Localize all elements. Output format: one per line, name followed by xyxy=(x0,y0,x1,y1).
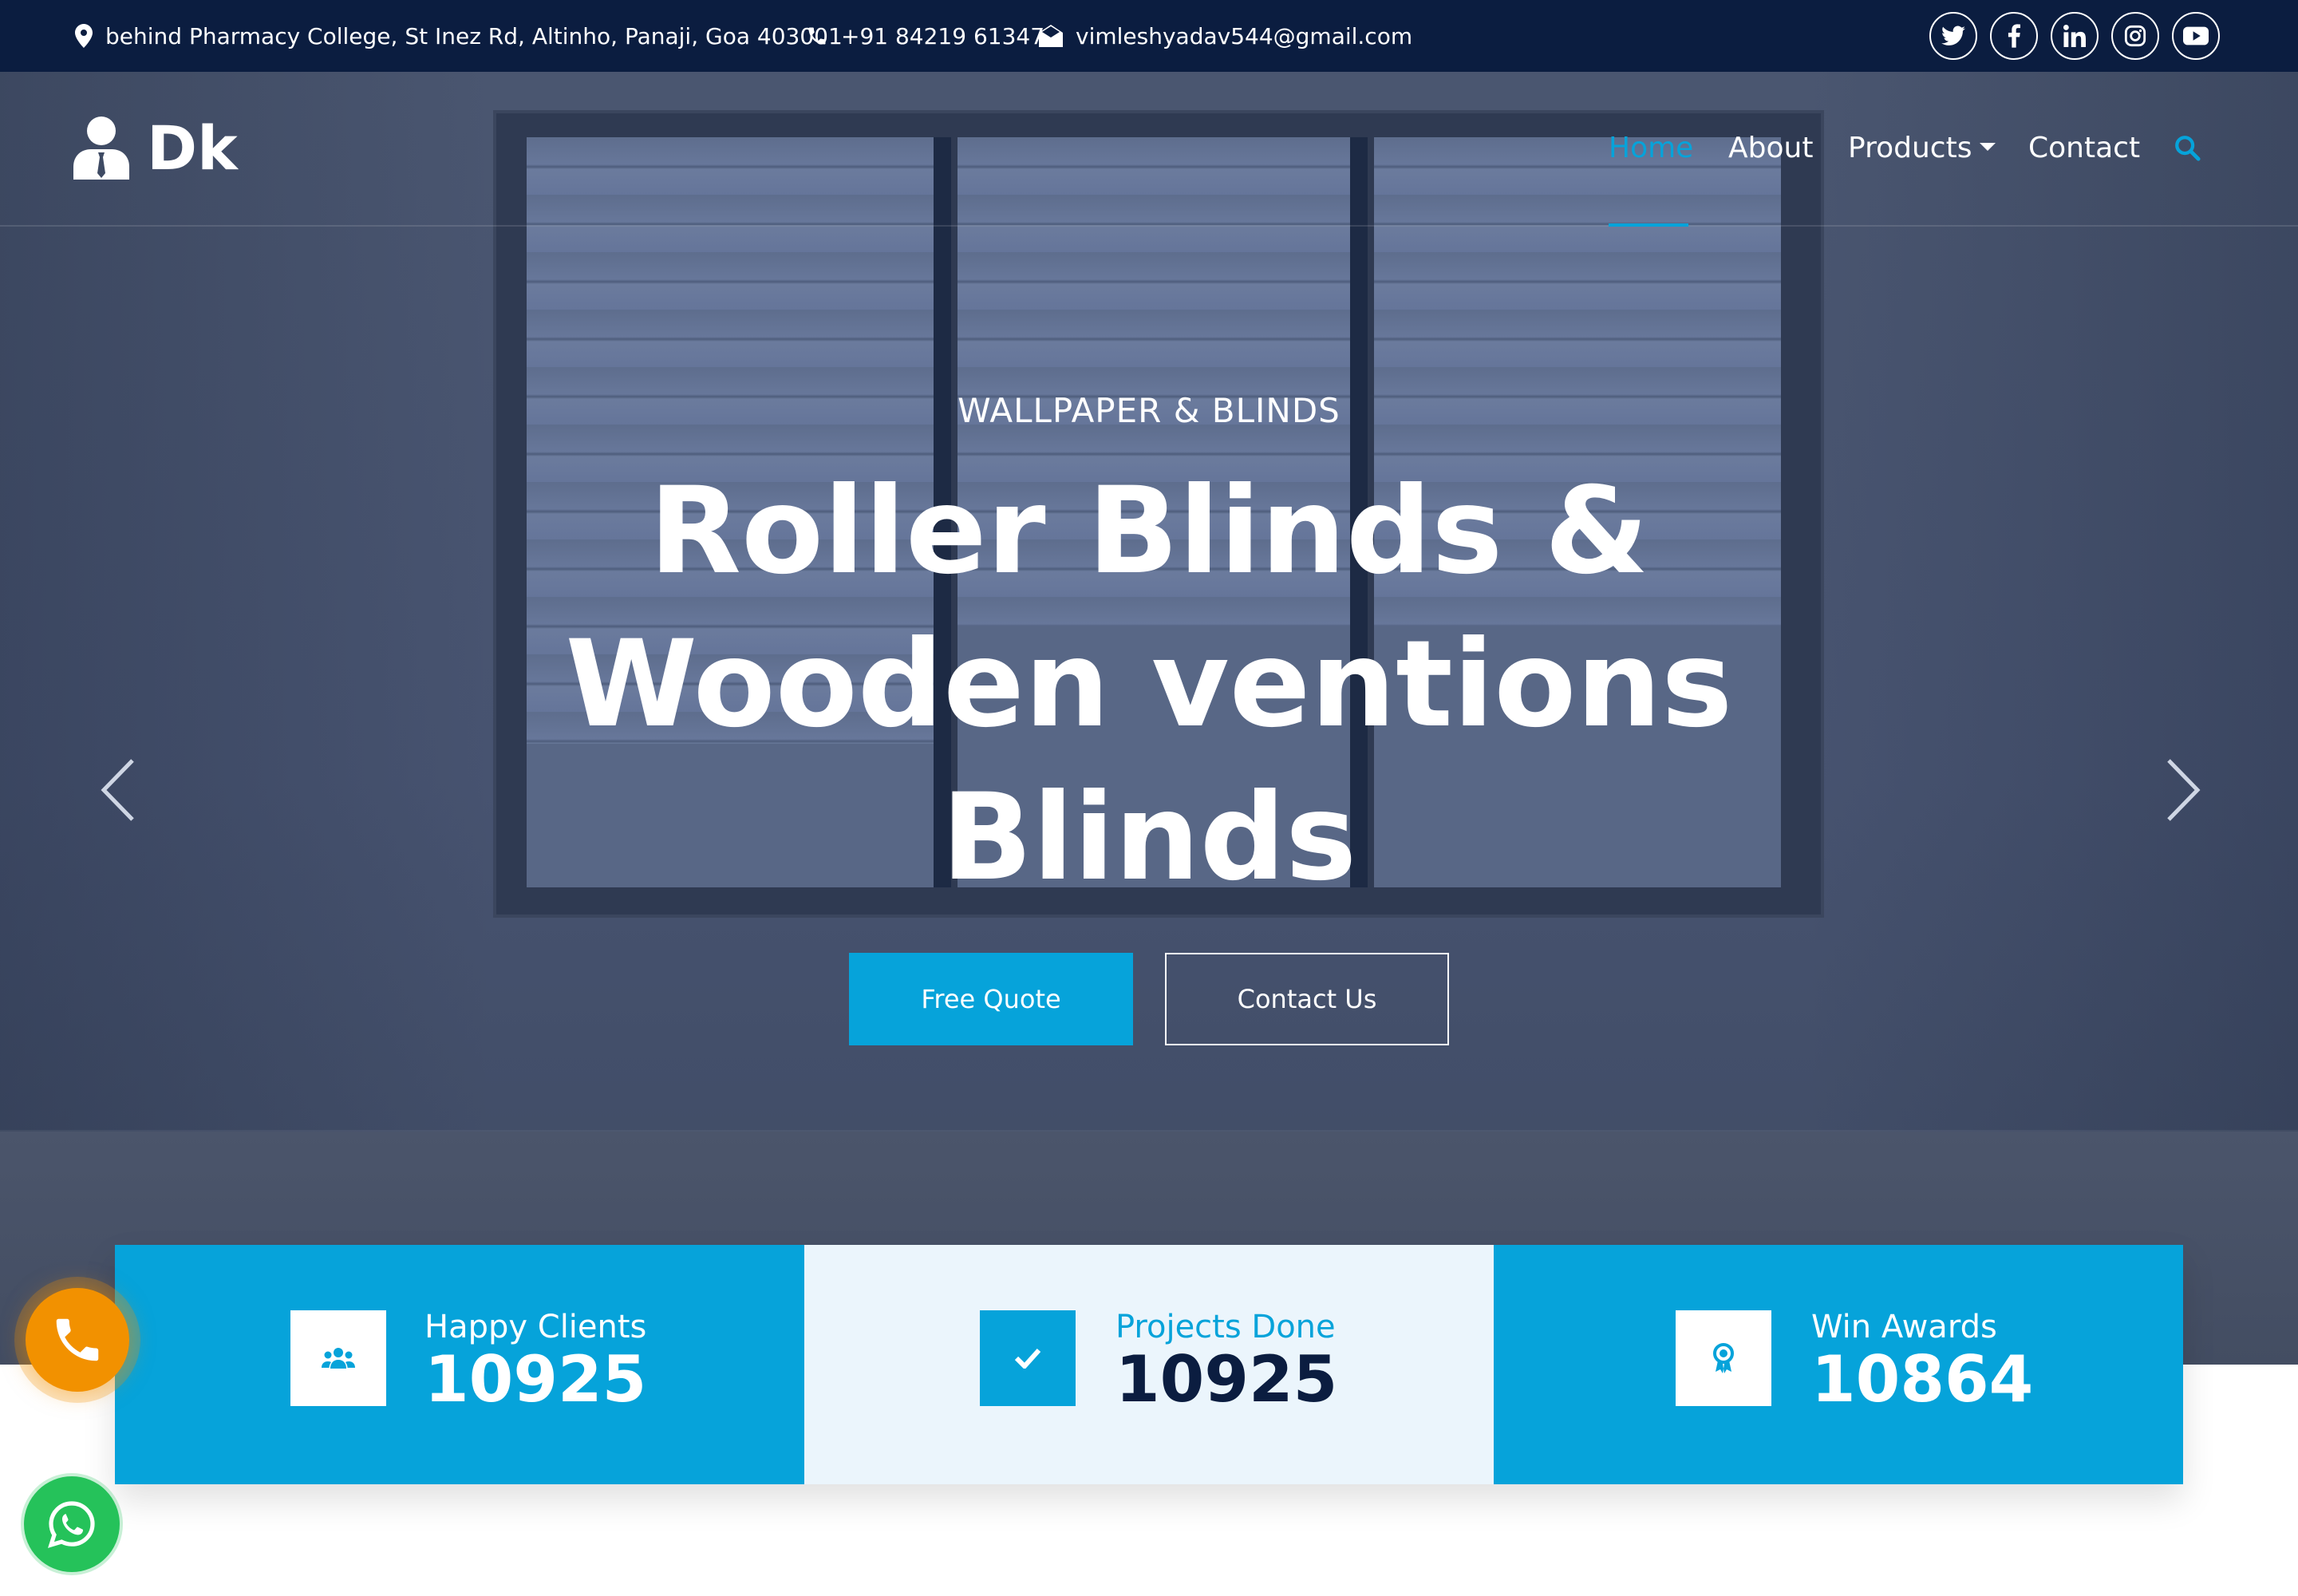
hero-title-line-1: Roller Blinds & xyxy=(649,462,1649,601)
search-button[interactable] xyxy=(2174,128,2201,168)
stat-value: 10864 xyxy=(1811,1342,2034,1416)
phone-text: +91 84219 61347 xyxy=(841,22,1045,49)
twitter-icon[interactable] xyxy=(1929,12,1977,60)
address-text: behind Pharmacy College, St Inez Rd, Alt… xyxy=(105,22,843,49)
envelope-open-icon xyxy=(1039,25,1063,47)
nav-contact[interactable]: Contact xyxy=(2028,128,2140,168)
caret-down-icon xyxy=(1980,143,1996,151)
nav-home[interactable]: Home xyxy=(1609,128,1693,168)
phone-icon xyxy=(808,27,826,45)
call-float-button[interactable] xyxy=(26,1288,129,1392)
stat-win-awards: Win Awards 10864 xyxy=(1494,1245,2183,1484)
stat-value: 10925 xyxy=(1115,1342,1338,1416)
carousel-prev-button[interactable] xyxy=(96,754,144,826)
hero-title-line-3: Blinds xyxy=(941,768,1357,907)
check-icon xyxy=(980,1310,1076,1406)
logo-text: Dk xyxy=(147,112,238,184)
whatsapp-icon xyxy=(48,1501,95,1548)
main-navbar: Dk Home About Products Contact xyxy=(0,72,2298,227)
nav-about[interactable]: About xyxy=(1728,128,1813,168)
stat-value: 10925 xyxy=(424,1342,647,1416)
stat-label: Projects Done xyxy=(1115,1309,1336,1345)
phone-info[interactable]: +91 84219 61347 xyxy=(806,0,1044,72)
award-icon xyxy=(1676,1310,1771,1406)
top-bar: behind Pharmacy College, St Inez Rd, Alt… xyxy=(0,0,2298,72)
stat-projects-done: Projects Done 10925 xyxy=(804,1245,1494,1484)
hero-title: Roller Blinds & Wooden ventions Blinds xyxy=(431,455,1867,915)
user-tie-icon xyxy=(73,117,129,180)
nav-products[interactable]: Products xyxy=(1848,128,1996,168)
chevron-left-icon xyxy=(101,759,134,821)
hero-title-line-2: Wooden ventions xyxy=(565,615,1733,754)
linkedin-icon[interactable] xyxy=(2051,12,2099,60)
youtube-icon[interactable] xyxy=(2172,12,2220,60)
phone-icon xyxy=(56,1318,99,1361)
carousel-next-button[interactable] xyxy=(2158,754,2205,826)
email-info[interactable]: vimleshyadav544@gmail.com xyxy=(1039,0,1412,72)
nav-products-label: Products xyxy=(1848,131,1972,164)
whatsapp-float-button[interactable] xyxy=(24,1476,120,1572)
email-text: vimleshyadav544@gmail.com xyxy=(1076,22,1413,49)
instagram-icon[interactable] xyxy=(2111,12,2159,60)
chevron-right-icon xyxy=(2167,759,2201,821)
nav-active-indicator xyxy=(1609,223,1688,227)
stat-label: Win Awards xyxy=(1811,1309,1997,1345)
facebook-icon[interactable] xyxy=(1990,12,2038,60)
address-info: behind Pharmacy College, St Inez Rd, Alt… xyxy=(75,0,843,72)
map-marker-icon xyxy=(75,24,93,48)
users-icon xyxy=(290,1310,386,1406)
search-icon xyxy=(2175,136,2201,161)
free-quote-button[interactable]: Free Quote xyxy=(849,953,1133,1045)
site-logo[interactable]: Dk xyxy=(73,112,238,184)
stat-label: Happy Clients xyxy=(424,1309,647,1345)
hero-subtitle: WALLPAPER & BLINDS xyxy=(958,391,1340,430)
stat-happy-clients: Happy Clients 10925 xyxy=(115,1245,804,1484)
contact-us-button[interactable]: Contact Us xyxy=(1165,953,1449,1045)
